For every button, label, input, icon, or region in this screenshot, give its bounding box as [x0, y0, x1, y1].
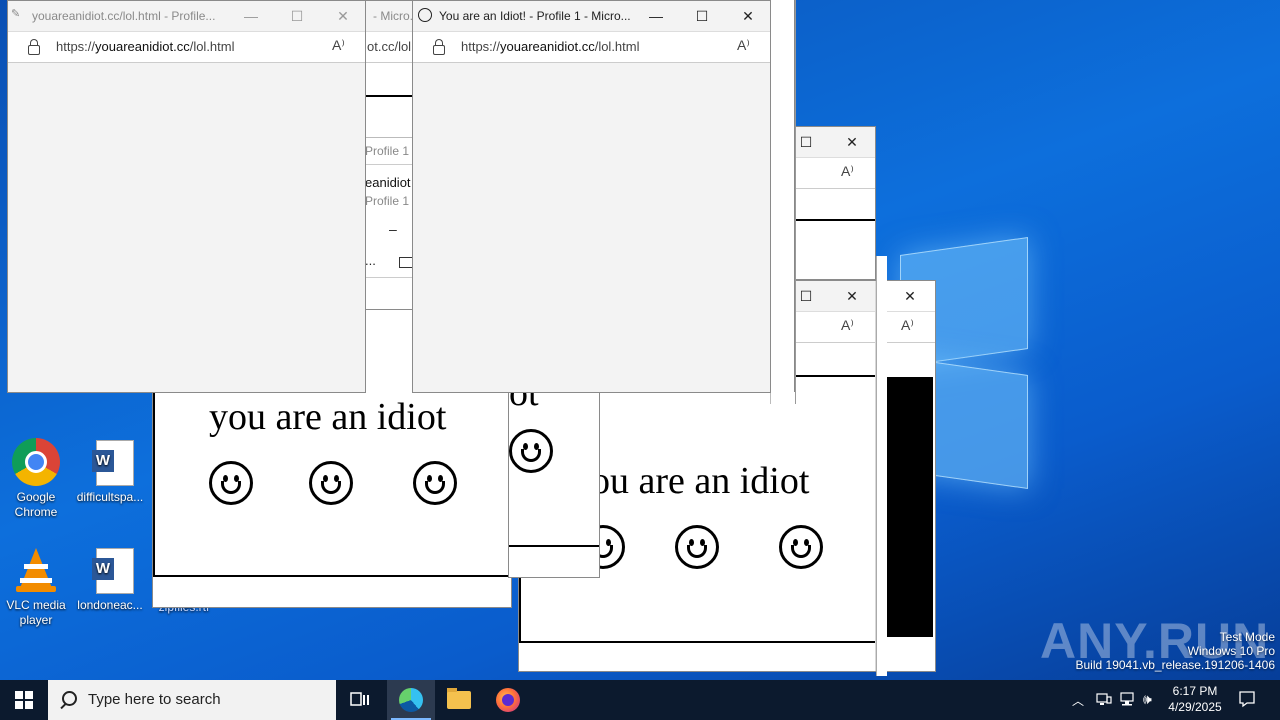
- window-icon: [399, 257, 413, 268]
- desktop-icon-label: Google Chrome: [14, 490, 58, 519]
- folder-icon: [447, 688, 471, 709]
- edge-icon: [399, 688, 423, 712]
- clock-time: 6:17 PM: [1172, 684, 1218, 698]
- popup-window-background[interactable]: - Micro... ot.cc/lol Profile 1 - M eanid…: [364, 0, 414, 310]
- maximize-icon[interactable]: ☐: [795, 127, 829, 157]
- read-aloud-icon[interactable]: A⁾: [841, 163, 854, 180]
- window-title: You are an Idiot! - Profile 1 - Micro...: [439, 9, 631, 23]
- ethernet-icon[interactable]: [1119, 692, 1135, 709]
- close-icon[interactable]: ✕: [829, 281, 875, 311]
- lock-icon: [28, 39, 40, 55]
- windows-build-watermark: Test Mode Windows 10 Pro Build 19041.vb_…: [1075, 630, 1276, 672]
- popup-black-content: [885, 377, 933, 637]
- desktop-icon-label: difficultspa...: [76, 490, 144, 504]
- idiot-text: you are an idiot: [209, 396, 447, 438]
- smiley-icon: [209, 461, 253, 505]
- minimize-icon[interactable]: —: [633, 1, 679, 31]
- search-icon-handle: [60, 702, 67, 710]
- desktop-icon-chrome[interactable]: Google Chrome: [0, 438, 72, 520]
- desktop-icon-londoneac[interactable]: W londoneac...: [74, 546, 146, 613]
- clock-date: 4/29/2025: [1168, 700, 1222, 714]
- task-view-button[interactable]: [336, 680, 384, 720]
- close-icon[interactable]: ✕: [829, 127, 875, 157]
- read-aloud-icon[interactable]: A⁾: [737, 37, 750, 54]
- close-icon[interactable]: ✕: [320, 1, 365, 31]
- popup-window-front-right[interactable]: You are an Idiot! - Profile 1 - Micro...…: [412, 0, 771, 393]
- maximize-icon[interactable]: ☐: [274, 1, 320, 31]
- edge-page-icon: ✎: [11, 8, 21, 20]
- lock-icon: [433, 39, 445, 55]
- notification-center-icon[interactable]: [1238, 690, 1256, 711]
- address-bar[interactable]: https://youareanidiot.cc/lol.html A⁾: [8, 31, 365, 63]
- clock[interactable]: 6:17 PM 4/29/2025: [1166, 683, 1224, 715]
- read-aloud-icon[interactable]: A⁾: [901, 317, 914, 334]
- desktop-icon-label: VLC media player: [6, 598, 66, 627]
- word-document-icon: W: [86, 438, 134, 486]
- read-aloud-icon[interactable]: A⁾: [332, 37, 345, 54]
- network-icon[interactable]: [1096, 692, 1112, 709]
- taskbar-file-explorer[interactable]: [435, 680, 483, 720]
- desktop-icon-difficultspa[interactable]: W difficultspa...: [74, 438, 146, 505]
- address-bar[interactable]: https://youareanidiot.cc/lol.html A⁾: [413, 31, 770, 63]
- popup-window-front-left[interactable]: ✎ youareanidiot.cc/lol.html - Profile...…: [7, 0, 366, 393]
- windows-start-icon: [15, 691, 33, 709]
- task-view-icon: [350, 692, 369, 706]
- taskbar-firefox[interactable]: [484, 680, 532, 720]
- close-icon[interactable]: ✕: [887, 281, 933, 311]
- firefox-icon: [496, 688, 520, 712]
- idiot-text: ou are an idiot: [591, 460, 810, 502]
- idiot-content-box: ot: [509, 390, 599, 547]
- page-content-blank: [8, 63, 365, 392]
- taskbar-edge[interactable]: [387, 680, 435, 720]
- search-placeholder: Type here to search: [88, 691, 221, 708]
- smiley-icon: [413, 461, 457, 505]
- vlc-cone-icon: [12, 546, 60, 594]
- idiot-text: ot: [509, 390, 539, 414]
- smiley-favicon-icon: [418, 8, 432, 22]
- read-aloud-icon[interactable]: A⁾: [841, 317, 854, 334]
- desktop-icon-label: londoneac...: [77, 598, 143, 612]
- show-hidden-icons-chevron[interactable]: ︿: [1072, 692, 1084, 709]
- minimize-icon[interactable]: –: [389, 221, 397, 237]
- taskbar-search-box[interactable]: Type here to search: [48, 680, 336, 720]
- maximize-icon[interactable]: ☐: [679, 1, 725, 31]
- smiley-icon: [675, 525, 719, 569]
- popup-window-background[interactable]: ot: [508, 390, 600, 578]
- page-content-blank: [413, 63, 770, 392]
- smiley-icon: [779, 525, 823, 569]
- taskbar: Type here to search ︿ 🕪 6:17 PM 4/29/202…: [0, 680, 1280, 720]
- start-button[interactable]: [0, 680, 48, 720]
- desktop-icon-vlc[interactable]: VLC media player: [0, 546, 72, 628]
- smiley-icon: [309, 461, 353, 505]
- word-document-icon: W: [86, 546, 134, 594]
- close-icon[interactable]: ✕: [725, 1, 770, 31]
- window-title: youareanidiot.cc/lol.html - Profile...: [32, 9, 216, 23]
- volume-icon[interactable]: 🕪: [1143, 691, 1152, 708]
- chrome-icon: [12, 438, 60, 486]
- minimize-icon[interactable]: —: [228, 1, 274, 31]
- smiley-icon: [509, 429, 553, 473]
- popup-window-background[interactable]: ☐ ✕ A⁾: [794, 126, 876, 280]
